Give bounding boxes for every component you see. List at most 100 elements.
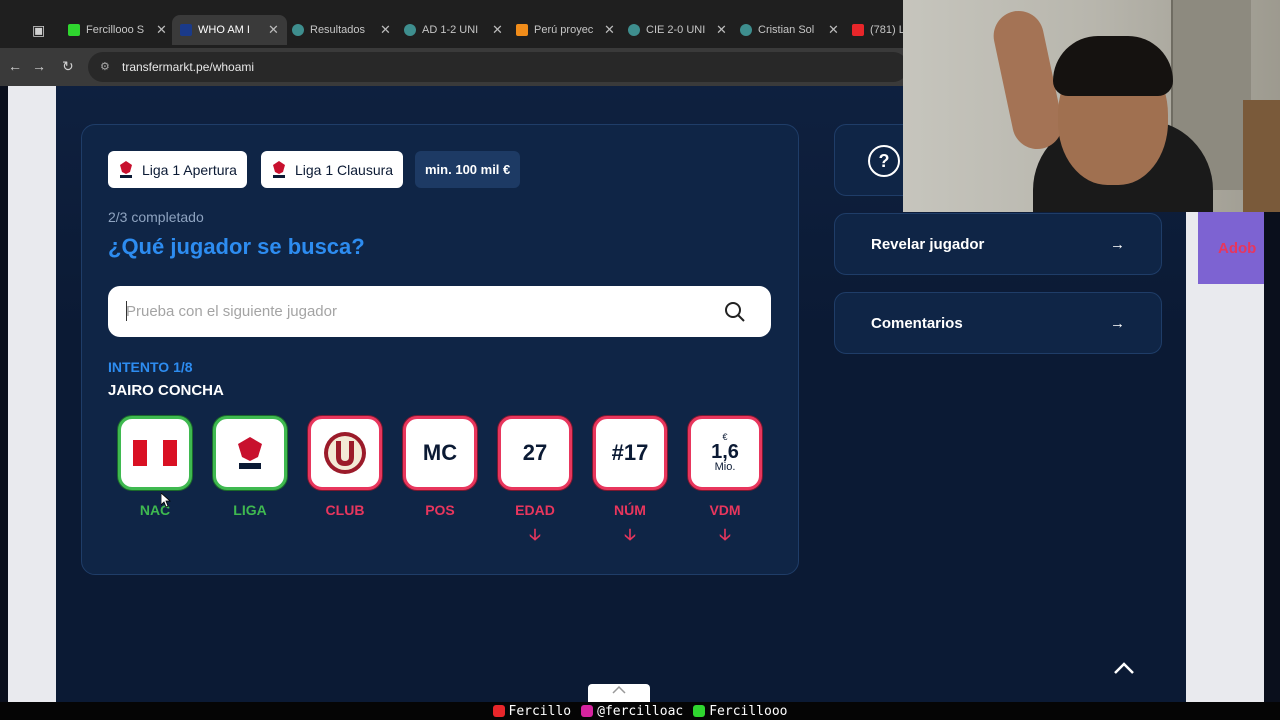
filter-chip-label: Liga 1 Clausura [295,161,394,178]
site-favicon-icon [740,24,752,36]
site-favicon-icon [292,24,304,36]
reload-icon[interactable]: ↻ [62,58,74,75]
arrow-down-icon: 🡣 [624,527,636,544]
kick-handle: Fercillooo [709,703,788,719]
tab-label: WHO AM I [198,24,250,36]
liga1-logo-icon [120,160,132,178]
comments-button[interactable]: Comentarios → [834,292,1162,354]
tab-label: Cristian Sol [758,24,815,36]
clue-value: 1,6 [711,441,739,463]
filter-chip-clausura[interactable]: Liga 1 Clausura [261,151,404,188]
tab-label: AD 1-2 UNI [422,24,479,36]
clue-label-nationality: NAC [139,502,171,518]
clue-value: #17 [611,440,649,465]
clue-label-number: NÚM [614,502,646,518]
bottom-tab-handle[interactable] [588,684,650,704]
close-icon[interactable]: ✕ [716,22,727,38]
tab-ad-uni[interactable]: AD 1-2 UNI ✕ [396,18,511,42]
tab-peru[interactable]: Perú proyec ✕ [508,18,623,42]
back-icon[interactable]: ← [8,58,22,74]
tab-resultados[interactable]: Resultados ✕ [284,18,399,42]
liga1-logo-icon [238,437,262,469]
filter-chip-label: min. 100 mil € [425,162,511,177]
site-favicon-icon [516,24,528,36]
close-icon[interactable]: ✕ [380,22,391,38]
youtube-icon [492,705,505,717]
arrow-down-icon: 🡣 [719,527,731,544]
youtube-handle: Fercillo [508,703,572,719]
filter-chip-min-value[interactable]: min. 100 mil € [415,151,521,188]
youtube-favicon-icon [852,24,864,36]
tab-label: Fercillooo S [86,24,145,36]
close-icon[interactable]: ✕ [828,22,839,38]
question-title: ¿Qué jugador se busca? [108,234,365,259]
clue-label-age: EDAD [515,502,555,518]
tab-cie-uni[interactable]: CIE 2-0 UNI ✕ [620,18,735,42]
close-icon[interactable]: ✕ [268,22,279,38]
text-cursor [126,301,127,321]
player-search-input[interactable] [126,298,706,324]
ad-text: Adob [1218,239,1257,257]
site-info-icon[interactable]: ⚙ [100,60,110,73]
clue-market-value: € 1,6 Mio. [688,416,762,490]
close-icon[interactable]: ✕ [492,22,503,38]
arrow-right-icon: → [1110,314,1125,332]
chevron-up-icon [612,685,626,694]
clue-unit: Mio. [714,461,736,473]
webcam-overlay [903,0,1280,212]
search-icon[interactable] [724,301,746,323]
peru-flag-icon [133,440,177,466]
clue-club [308,416,382,490]
kick-icon [693,705,706,717]
tab-label: CIE 2-0 UNI [646,24,706,36]
clue-age: 27 [498,416,572,490]
attempt-counter: INTENTO 1/8 [108,359,193,375]
comments-label: Comentarios [871,314,963,332]
ad-banner[interactable]: Adob [1198,212,1264,284]
filter-chip-apertura[interactable]: Liga 1 Apertura [108,151,247,188]
clue-position: MC [403,416,477,490]
stream-footer: Fercillo @fercilloac Fercillooo [0,702,1280,720]
clue-number: #17 [593,416,667,490]
url-bar[interactable]: transfermarkt.pe/whoami [88,52,908,82]
clue-nationality [118,416,192,490]
tab-label: Perú proyec [534,24,594,36]
help-icon[interactable]: ? [868,145,900,177]
instagram-handle: @fercilloac [597,703,684,719]
url-text: transfermarkt.pe/whoami [122,60,255,74]
reveal-player-label: Revelar jugador [871,235,985,253]
search-box[interactable] [108,286,771,337]
clue-label-position: POS [425,502,455,518]
clue-label-market-value: VDM [709,502,741,518]
forward-icon[interactable]: → [32,58,46,74]
tab-whoami[interactable]: WHO AM I ✕ [172,15,287,45]
guessed-player-name: JAIRO CONCHA [108,382,224,399]
reveal-player-button[interactable]: Revelar jugador → [834,213,1162,275]
webcam-shelf [1243,100,1280,212]
scroll-to-top-icon[interactable] [1112,660,1136,676]
filter-chip-label: Liga 1 Apertura [142,161,237,178]
clue-label-league: LIGA [233,502,267,518]
close-icon[interactable]: ✕ [604,22,615,38]
webcam-person-hair [1053,36,1173,96]
clue-value: 27 [522,440,548,465]
tab-cristian[interactable]: Cristian Sol ✕ [732,18,847,42]
universitario-crest-icon [324,432,366,474]
close-icon[interactable]: ✕ [156,22,167,38]
tab-label: Resultados [310,24,366,36]
liga1-logo-icon [273,160,285,178]
instagram-icon [581,705,594,717]
clue-value: MC [422,440,458,465]
site-favicon-icon [628,24,640,36]
mouse-pointer-icon [161,493,171,507]
tab-group-icon[interactable]: ▣ [32,22,45,39]
clue-label-club: CLUB [325,502,365,518]
transfermarkt-favicon-icon [180,24,192,36]
site-favicon-icon [404,24,416,36]
arrow-down-icon: 🡣 [529,527,541,544]
progress-text: 2/3 completado [108,209,204,225]
tab-fercillooo[interactable]: Fercillooo S ✕ [60,18,175,42]
clue-league [213,416,287,490]
kick-favicon-icon [68,24,80,36]
arrow-right-icon: → [1110,235,1125,253]
